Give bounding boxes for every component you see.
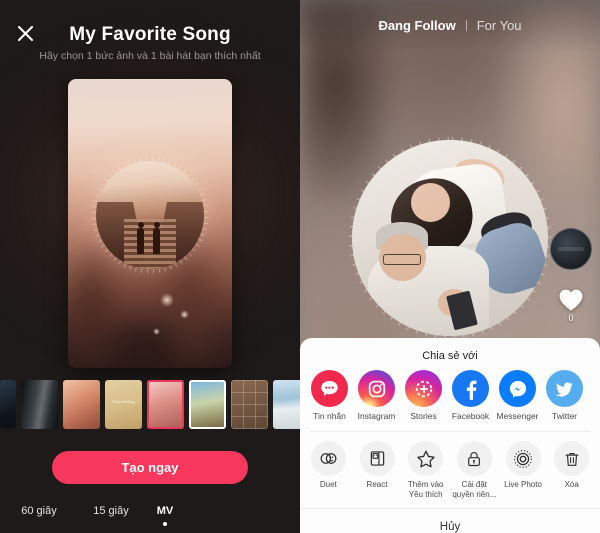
preview-circle-photo (96, 160, 204, 269)
action-label: Live Photo (504, 480, 542, 489)
feed-circular-media[interactable] (328, 116, 572, 360)
action-add-favorite[interactable]: Thêm vào Yêu thích (401, 441, 450, 500)
action-delete[interactable]: Xóa (547, 441, 596, 490)
active-tab-indicator (163, 522, 167, 526)
preview-bokeh-3 (153, 327, 161, 335)
screen: My Favorite Song Hãy chọn 1 bức ảnh và 1… (0, 0, 600, 533)
preview-steps (124, 219, 176, 269)
share-targets-row: Tin nhắn Instagram Stories Facebook Mess… (300, 370, 600, 422)
share-target-label: Instagram (357, 411, 396, 421)
tab-following[interactable]: Đang Follow (368, 18, 465, 33)
share-target-label: Tin nhắn (313, 411, 346, 421)
tab-mv-label: MV (156, 505, 174, 517)
duet-icon (310, 441, 346, 476)
share-sheet: Chia sẻ với Tin nhắn Instagram Stories F… (300, 338, 600, 533)
share-target-facebook[interactable]: Facebook (447, 370, 494, 422)
list-item[interactable] (21, 380, 58, 429)
share-target-label: Stories (410, 411, 437, 421)
share-target-twitter[interactable]: Twitter (541, 370, 588, 422)
like-button[interactable]: 0 (556, 288, 586, 323)
left-panel-mv-editor: My Favorite Song Hãy chọn 1 bức ảnh và 1… (0, 0, 300, 533)
photo-glasses (383, 253, 421, 266)
list-item-selected[interactable] (147, 380, 184, 429)
preview-bokeh-1 (159, 292, 174, 307)
share-sheet-title: Chia sẻ với (422, 350, 478, 362)
list-item[interactable] (0, 380, 16, 429)
action-label: Xóa (564, 480, 579, 489)
cancel-button[interactable]: Hủy (300, 509, 600, 533)
preview-circular-mask (84, 148, 216, 281)
star-icon (408, 441, 444, 476)
avatar-placeholder-line (558, 247, 584, 251)
thumbnail-caption: Keep Smiling (112, 398, 135, 404)
action-label: Cài đặt quyền riên... (452, 480, 497, 499)
message-bubble-icon (311, 370, 348, 407)
feed-tabs[interactable]: Đang Follow For You (300, 18, 600, 33)
tab-mv[interactable]: MV (144, 505, 186, 526)
create-button[interactable]: Tạo ngay (52, 451, 248, 484)
action-label: Thêm vào Yêu thích (407, 480, 444, 499)
react-icon (359, 441, 395, 476)
twitter-icon (546, 370, 583, 407)
like-count: 0 (568, 313, 574, 323)
preview-person-left (137, 227, 145, 254)
action-duet[interactable]: Duet (304, 441, 353, 490)
avatar[interactable] (550, 228, 592, 270)
preview-person-right (153, 227, 161, 254)
list-item[interactable] (231, 380, 268, 429)
tab-15-seconds[interactable]: 15 giây (78, 505, 144, 517)
capture-mode-tabs[interactable]: 60 giây 15 giây MV (0, 505, 300, 526)
action-live-photo[interactable]: Live Photo (499, 441, 548, 490)
action-label: React (366, 480, 388, 489)
facebook-icon (452, 370, 489, 407)
action-privacy-settings[interactable]: Cài đặt quyền riên... (450, 441, 499, 500)
messenger-icon (499, 370, 536, 407)
template-thumbnail-strip[interactable]: Keep Smiling (0, 379, 300, 430)
trash-icon (554, 441, 590, 476)
heart-icon (559, 289, 583, 311)
photo-woman-face (410, 183, 450, 223)
share-target-label: Twitter (551, 411, 578, 421)
list-item[interactable] (273, 380, 300, 429)
list-item[interactable]: Keep Smiling (105, 380, 142, 429)
feed-circle-photo (352, 140, 548, 336)
actions-row: Duet React Thêm vào Yêu thích Cài đặt qu… (300, 432, 600, 500)
share-target-stories[interactable]: Stories (400, 370, 447, 422)
preview-bokeh-2 (179, 310, 189, 320)
photo-music-preview[interactable] (68, 79, 232, 368)
list-item[interactable] (189, 380, 226, 429)
page-title: My Favorite Song (69, 24, 231, 45)
share-target-instagram[interactable]: Instagram (353, 370, 400, 422)
live-photo-icon (505, 441, 541, 476)
page-subtitle: Hãy chọn 1 bức ảnh và 1 bài hát bạn thíc… (39, 50, 261, 62)
share-target-tin-nhan[interactable]: Tin nhắn (306, 370, 353, 422)
instagram-stories-icon (405, 370, 442, 407)
action-label: Duet (319, 480, 337, 489)
lock-icon (456, 441, 492, 476)
tab-for-you[interactable]: For You (467, 18, 532, 33)
right-panel-feed: Đang Follow For You 0 Chia sẻ với Tin nh… (300, 0, 600, 533)
share-target-label: Facebook (451, 411, 490, 421)
action-react[interactable]: React (353, 441, 402, 490)
instagram-icon (358, 370, 395, 407)
share-target-label: Messenger (496, 411, 539, 421)
list-item[interactable] (63, 380, 100, 429)
tab-60-seconds[interactable]: 60 giây (0, 505, 78, 517)
share-target-messenger[interactable]: Messenger (494, 370, 541, 422)
